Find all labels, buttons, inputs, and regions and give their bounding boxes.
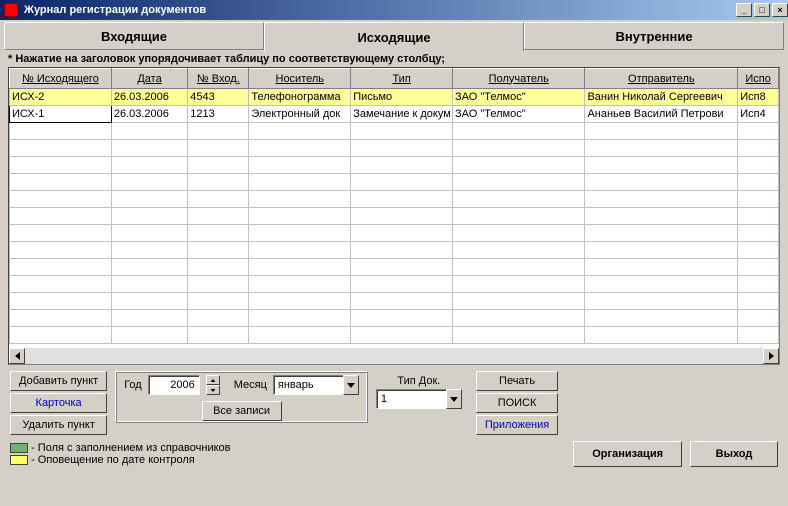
cell-recip: ЗАО "Телмос" bbox=[453, 106, 585, 123]
table-container: № Исходящего Дата № Вход. Носитель Тип П… bbox=[8, 67, 780, 365]
all-records-button[interactable]: Все записи bbox=[202, 401, 282, 421]
minimize-button[interactable]: _ bbox=[736, 3, 752, 17]
cell-innum: 4543 bbox=[188, 89, 249, 106]
col-recipient[interactable]: Получатель bbox=[453, 69, 585, 89]
search-button[interactable]: ПОИСК bbox=[476, 393, 558, 413]
table-row[interactable] bbox=[10, 140, 779, 157]
table-row[interactable]: ИСХ-2 26.03.2006 4543 Телефонограмма Пис… bbox=[10, 89, 779, 106]
year-up-button[interactable] bbox=[206, 375, 220, 385]
table-row[interactable] bbox=[10, 276, 779, 293]
legend-yellow-text: - Оповещение по дате контроля bbox=[31, 454, 195, 466]
table-row[interactable] bbox=[10, 157, 779, 174]
table-row[interactable] bbox=[10, 225, 779, 242]
cell-recip: ЗАО "Телмос" bbox=[453, 89, 585, 106]
cell-date: 26.03.2006 bbox=[111, 106, 187, 123]
table-row[interactable] bbox=[10, 259, 779, 276]
table-row[interactable] bbox=[10, 242, 779, 259]
legend-green-text: - Поля с заполнением из справочников bbox=[31, 442, 230, 454]
titlebar: Журнал регистрации документов _ □ × bbox=[0, 0, 788, 20]
tab-outgoing[interactable]: Исходящие bbox=[264, 22, 524, 51]
window-title: Журнал регистрации документов bbox=[24, 4, 734, 16]
organization-button[interactable]: Организация bbox=[573, 441, 682, 467]
cell-outnum: ИСХ-2 bbox=[10, 89, 112, 106]
exit-button[interactable]: Выход bbox=[690, 441, 778, 467]
app-icon bbox=[4, 3, 18, 17]
year-input[interactable] bbox=[148, 375, 200, 395]
col-outnum[interactable]: № Исходящего bbox=[10, 69, 112, 89]
year-down-button[interactable] bbox=[206, 385, 220, 395]
legend-green-icon bbox=[10, 443, 28, 453]
doctype-drop-button[interactable] bbox=[446, 389, 462, 409]
documents-table: № Исходящего Дата № Вход. Носитель Тип П… bbox=[9, 68, 779, 344]
month-label: Месяц bbox=[234, 379, 267, 391]
card-button[interactable]: Карточка bbox=[10, 393, 107, 413]
tab-internal[interactable]: Внутренние bbox=[524, 22, 784, 50]
cell-media: Телефонограмма bbox=[249, 89, 351, 106]
cell-sender: Ванин Николай Сергеевич bbox=[585, 89, 738, 106]
col-sender[interactable]: Отправитель bbox=[585, 69, 738, 89]
tab-incoming[interactable]: Входящие bbox=[4, 22, 264, 50]
col-type[interactable]: Тип bbox=[351, 69, 453, 89]
cell-innum: 1213 bbox=[188, 106, 249, 123]
year-label: Год bbox=[124, 379, 142, 391]
cell-sender: Ананьев Василий Петрови bbox=[585, 106, 738, 123]
table-row[interactable] bbox=[10, 174, 779, 191]
scroll-track[interactable] bbox=[25, 348, 763, 364]
doctype-select[interactable] bbox=[376, 389, 446, 409]
col-date[interactable]: Дата bbox=[111, 69, 187, 89]
cell-type: Замечание к докум bbox=[351, 106, 453, 123]
attachments-button[interactable]: Приложения bbox=[476, 415, 558, 435]
add-item-button[interactable]: Добавить пункт bbox=[10, 371, 107, 391]
cell-date: 26.03.2006 bbox=[111, 89, 187, 106]
table-row[interactable] bbox=[10, 191, 779, 208]
cell-exec: Исп4 bbox=[738, 106, 779, 123]
sort-hint: * Нажатие на заголовок упорядочивает таб… bbox=[4, 50, 784, 67]
filter-groupbox: Год Месяц Все записи bbox=[115, 371, 368, 423]
cell-type: Письмо bbox=[351, 89, 453, 106]
legend-yellow-icon bbox=[10, 455, 28, 465]
maximize-button[interactable]: □ bbox=[754, 3, 770, 17]
cell-media: Электронный док bbox=[249, 106, 351, 123]
cell-outnum-edit[interactable]: ИСХ-1 bbox=[10, 106, 112, 123]
horizontal-scrollbar[interactable] bbox=[9, 348, 779, 364]
cell-exec: Исп8 bbox=[738, 89, 779, 106]
col-innum[interactable]: № Вход. bbox=[188, 69, 249, 89]
month-select[interactable] bbox=[273, 375, 343, 395]
close-button[interactable]: × bbox=[772, 3, 788, 17]
table-row[interactable]: ИСХ-1 26.03.2006 1213 Электронный док За… bbox=[10, 106, 779, 123]
col-media[interactable]: Носитель bbox=[249, 69, 351, 89]
table-row[interactable] bbox=[10, 293, 779, 310]
print-button[interactable]: Печать bbox=[476, 371, 558, 391]
table-row[interactable] bbox=[10, 208, 779, 225]
table-row[interactable] bbox=[10, 327, 779, 344]
scroll-left-button[interactable] bbox=[9, 348, 25, 364]
scroll-right-button[interactable] bbox=[763, 348, 779, 364]
table-row[interactable] bbox=[10, 310, 779, 327]
doctype-label: Тип Док. bbox=[397, 375, 440, 387]
tabs: Входящие Исходящие Внутренние bbox=[4, 22, 784, 50]
delete-item-button[interactable]: Удалить пункт bbox=[10, 415, 107, 435]
table-row[interactable] bbox=[10, 123, 779, 140]
month-drop-button[interactable] bbox=[343, 375, 359, 395]
col-exec[interactable]: Испо bbox=[738, 69, 779, 89]
